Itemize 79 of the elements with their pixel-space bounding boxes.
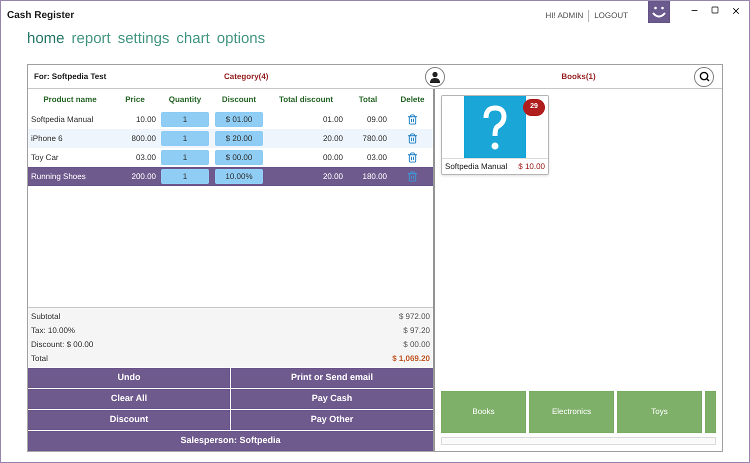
quantity-field[interactable]: 1 bbox=[161, 131, 209, 146]
search-icon bbox=[698, 71, 710, 82]
table-row[interactable]: iPhone 6 800.00 1 $ 20.00 20.00 780.00 bbox=[28, 129, 433, 148]
product-name: Softpedia Manual bbox=[445, 160, 508, 172]
action-button[interactable]: Discount bbox=[28, 410, 230, 430]
summary-label: Subtotal bbox=[31, 311, 60, 323]
maximize-button[interactable] bbox=[711, 6, 719, 14]
table-cell-text: 800.00 bbox=[130, 132, 157, 144]
column-header: Total discount bbox=[278, 94, 334, 106]
table-cell-text: Softpedia Manual bbox=[30, 114, 94, 126]
quantity-field[interactable]: 1 bbox=[161, 112, 209, 127]
action-button[interactable]: Clear All bbox=[28, 389, 230, 409]
column-header: Quantity bbox=[168, 94, 202, 106]
products-title: Books(1) bbox=[561, 70, 596, 82]
table-cell-text: 780.00 bbox=[362, 132, 388, 144]
table-cell-text: 03.00 bbox=[134, 152, 157, 164]
category-tile[interactable] bbox=[705, 391, 716, 433]
table-cell-text: 09.00 bbox=[366, 114, 388, 126]
summary-label: Tax: 10.00% bbox=[31, 325, 76, 337]
discount-field[interactable]: $ 20.00 bbox=[215, 131, 263, 146]
window-title: Cash Register bbox=[7, 9, 74, 23]
table-cell-text: 20.00 bbox=[322, 170, 344, 182]
table-cell-text: 180.00 bbox=[362, 170, 388, 182]
salesperson-button[interactable]: Salesperson: Softpedia bbox=[28, 431, 433, 451]
trash-icon bbox=[407, 152, 418, 163]
delete-button[interactable] bbox=[407, 152, 418, 163]
horizontal-scrollbar[interactable] bbox=[441, 437, 716, 445]
summary-value: $ 972.00 bbox=[398, 311, 430, 323]
action-button[interactable]: Pay Cash bbox=[231, 389, 433, 409]
summary-label: Total bbox=[31, 353, 48, 365]
summary-label: Discount: $ 00.00 bbox=[31, 339, 94, 351]
table-cell-text: 00.00 bbox=[322, 152, 344, 164]
column-header: Discount bbox=[220, 94, 258, 106]
person-icon bbox=[429, 70, 441, 82]
customer-label: For: Softpedia Test bbox=[34, 70, 108, 82]
product-price: $ 10.00 bbox=[518, 160, 545, 172]
close-button[interactable] bbox=[731, 6, 741, 16]
table-cell-text: Running Shoes bbox=[30, 170, 87, 182]
delete-button[interactable] bbox=[407, 133, 418, 144]
action-button[interactable]: Pay Other bbox=[231, 410, 433, 430]
trash-icon bbox=[407, 133, 418, 144]
quantity-field[interactable]: 1 bbox=[161, 150, 209, 165]
nav-tab[interactable]: report bbox=[72, 28, 111, 50]
discount-field[interactable]: $ 00.00 bbox=[215, 150, 263, 165]
delete-button[interactable] bbox=[407, 114, 418, 125]
search-button[interactable] bbox=[694, 66, 714, 86]
summary-value: $ 00.00 bbox=[403, 339, 430, 351]
close-icon bbox=[731, 6, 741, 16]
action-button[interactable]: Undo bbox=[28, 368, 230, 388]
table-cell-text: 200.00 bbox=[130, 170, 157, 182]
question-mark-icon bbox=[464, 96, 526, 158]
user-greeting: HI! ADMIN bbox=[545, 10, 584, 22]
table-cell-text: 20.00 bbox=[322, 132, 344, 144]
trash-icon bbox=[407, 114, 418, 125]
quantity-field[interactable]: 1 bbox=[161, 169, 209, 184]
discount-field[interactable]: $ 01.00 bbox=[215, 112, 263, 127]
nav-tab[interactable]: settings bbox=[118, 28, 170, 50]
column-header: Delete bbox=[399, 94, 426, 106]
discount-field[interactable]: 10.00% bbox=[215, 169, 263, 184]
maximize-icon bbox=[711, 6, 719, 14]
table-cell-text: 03.00 bbox=[366, 152, 388, 164]
summary-value: $ 97.20 bbox=[403, 325, 430, 337]
column-header: Total bbox=[358, 94, 378, 106]
table-row[interactable]: Running Shoes 200.00 1 10.00% 20.00 180.00 bbox=[28, 167, 433, 186]
action-button[interactable]: Print or Send email bbox=[231, 368, 433, 388]
nav-tab[interactable]: chart bbox=[176, 28, 210, 50]
table-cell-text: Toy Car bbox=[30, 152, 60, 164]
summary-value: $ 1,069.20 bbox=[392, 353, 430, 365]
column-header: Product name bbox=[42, 94, 98, 106]
trash-icon bbox=[407, 171, 418, 182]
table-cell-text: iPhone 6 bbox=[30, 132, 64, 144]
customer-button[interactable] bbox=[425, 66, 445, 86]
column-header: Price bbox=[124, 94, 146, 106]
nav-tab[interactable]: options bbox=[216, 28, 266, 50]
table-cell-text: 01.00 bbox=[322, 114, 344, 126]
logout-link[interactable]: LOGOUT bbox=[588, 10, 628, 22]
nav-tab[interactable]: home bbox=[27, 28, 65, 50]
category-title: Category(4) bbox=[224, 70, 268, 82]
table-cell-text: 10.00 bbox=[134, 114, 157, 126]
